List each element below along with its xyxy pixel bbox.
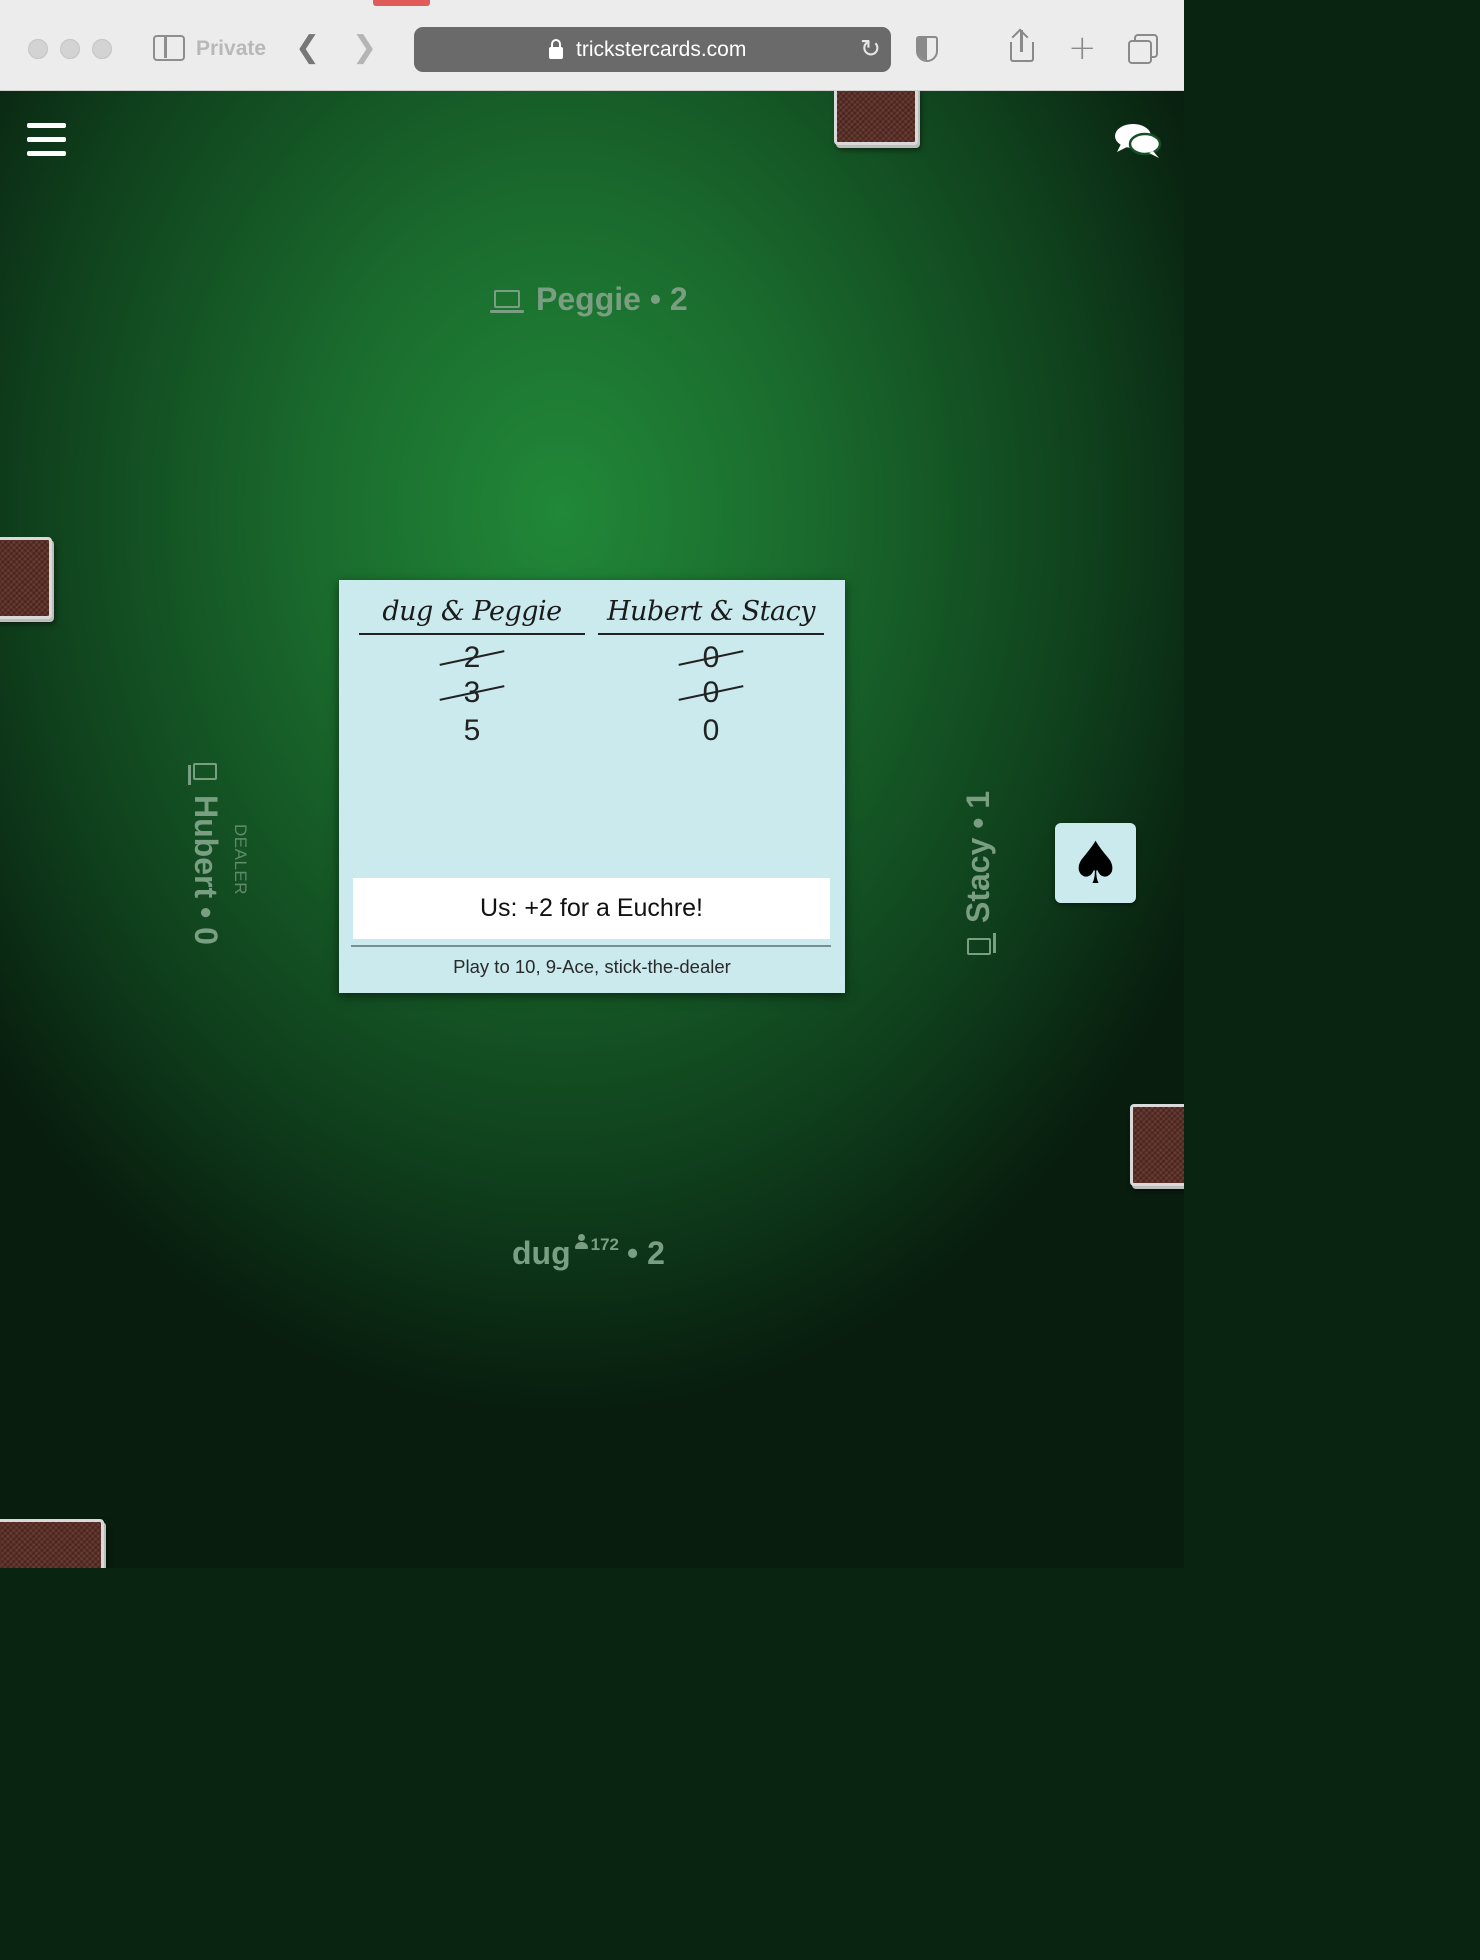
score-history-entry: 0 [598,675,824,710]
current-score: 0 [702,714,720,747]
card-back-bottom[interactable] [0,1519,104,1568]
tab-overview-icon[interactable] [1128,34,1158,64]
laptop-icon [490,289,524,314]
player-top-label: Peggie • 2 [490,281,688,318]
url-text: trickstercards.com [576,38,747,61]
address-bar[interactable]: trickstercards.com ↻ [414,27,891,72]
team-name: Hubert & Stacy [598,596,824,635]
tab-indicator [373,0,430,6]
tablet-icon [188,763,218,785]
minimize-window-button[interactable] [60,39,80,59]
forward-icon[interactable]: ❯ [352,30,377,65]
player-right-name-score: Stacy • 1 [960,790,996,923]
privacy-shield-icon[interactable] [916,36,938,62]
score-history-entry: 0 [598,640,824,675]
team-column-us: dug & Peggie 2 3 5 [359,596,585,748]
menu-icon[interactable] [27,123,66,156]
divider [351,945,831,947]
player-bottom-score: • 2 [627,1235,665,1271]
player-left-label: Hubert • 0 [187,763,224,945]
round-result-message: Us: +2 for a Euchre! [353,878,830,939]
share-icon[interactable] [1008,28,1036,64]
lock-icon [549,39,563,59]
private-label: Private [196,37,267,60]
new-tab-icon[interactable]: + [1068,28,1097,68]
team-name: dug & Peggie [359,596,585,635]
card-back-left [0,537,52,619]
score-panel: dug & Peggie 2 3 5 Hubert & Stacy 0 0 0 … [339,580,845,993]
player-top-name-score: Peggie • 2 [536,281,688,317]
dealer-tag: DEALER [231,824,250,896]
close-window-button[interactable] [28,39,48,59]
game-rules: Play to 10, 9-Ace, stick-the-dealer [453,956,731,977]
back-icon[interactable]: ❮ [295,30,320,65]
person-icon [574,1234,588,1250]
chat-icon[interactable] [1113,121,1163,161]
card-back-right [1130,1104,1184,1186]
score-history-entry: 2 [359,640,585,675]
zoom-window-button[interactable] [92,39,112,59]
player-bottom-label: dug 172 • 2 [512,1234,665,1272]
sidebar-icon[interactable] [153,35,185,61]
spade-icon: ♠ [1055,823,1136,903]
player-left-name-score: Hubert • 0 [188,795,224,945]
player-bottom-name: dug [512,1235,571,1271]
player-right-label: Stacy • 1 [960,791,997,955]
game-table: Peggie • 2 Hubert • 0 DEALER Stacy • 1 d… [0,91,1184,1568]
player-rating: 172 [590,1235,620,1254]
score-history-entry: 3 [359,675,585,710]
card-back-top [834,91,918,145]
tablet-icon [966,933,996,955]
current-score: 5 [463,714,481,747]
team-column-them: Hubert & Stacy 0 0 0 [598,596,824,748]
browser-toolbar: Private ❮ ❯ trickstercards.com ↻ + [0,0,1184,91]
reload-icon[interactable]: ↻ [860,34,881,63]
